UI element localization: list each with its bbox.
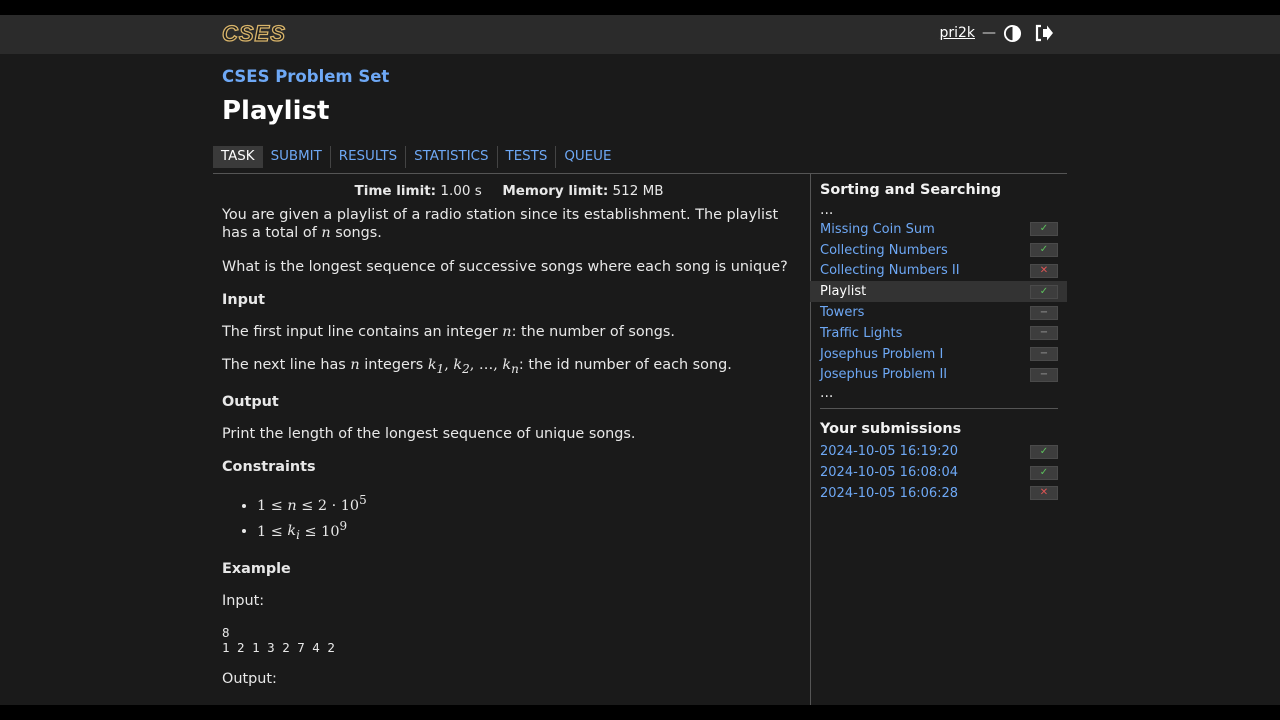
input-description-1: The first input line contains an integer…: [222, 323, 675, 340]
submissions-list: 2024-10-05 16:19:20 ✓ 2024-10-05 16:08:04 ✓…: [820, 441, 1058, 503]
task-item: Playlist ✓: [810, 281, 1067, 303]
task-list: Missing Coin Sum ✓ Collecting Numbers ✓ Coll…: [810, 219, 1067, 386]
page-title: Playlist: [222, 96, 330, 126]
ellipsis: ...: [820, 385, 834, 402]
half-circle-icon[interactable]: [1002, 23, 1022, 43]
tab-statistics[interactable]: STATISTICS: [405, 146, 496, 168]
task-item-link[interactable]: Collecting Numbers: [820, 243, 948, 258]
task-item-link[interactable]: Playlist: [820, 284, 866, 299]
output-description: Print the length of the longest sequence…: [222, 425, 636, 442]
check-icon: ✓: [1030, 284, 1058, 299]
task-item: Missing Coin Sum ✓: [820, 219, 1058, 240]
check-icon: ✓: [1030, 465, 1058, 480]
task-tabs: TASK SUBMIT RESULTS STATISTICS TESTS QUE…: [213, 146, 619, 168]
tab-task[interactable]: TASK: [213, 146, 263, 168]
submission-item-link[interactable]: 2024-10-05 16:19:20: [820, 444, 958, 459]
task-item: Towers −: [820, 302, 1058, 323]
task-statement: Time limit: 1.00 s Memory limit: 512 MB …: [222, 182, 792, 705]
top-bar: CSES pri2k —: [0, 15, 1280, 54]
submission-item: 2024-10-05 16:08:04 ✓: [820, 462, 1058, 483]
statement-paragraph: You are given a playlist of a radio stat…: [222, 206, 779, 242]
task-item-link[interactable]: Missing Coin Sum: [820, 222, 935, 237]
example-output-label: Output:: [222, 671, 277, 688]
sidebar-divider: [810, 174, 811, 705]
example-heading: Example: [222, 561, 291, 578]
task-item-link[interactable]: Josephus Problem I: [820, 347, 943, 362]
input-description-2: The next line has n integers k1, k2, …, …: [222, 357, 732, 376]
separator: —: [982, 25, 996, 41]
task-item-link[interactable]: Traffic Lights: [820, 326, 902, 341]
tab-queue[interactable]: QUEUE: [555, 146, 619, 168]
memory-limit-value: 512 MB: [612, 183, 664, 199]
cses-logo[interactable]: CSES: [221, 20, 286, 47]
dash-icon: −: [1030, 326, 1058, 341]
task-item-link[interactable]: Collecting Numbers II: [820, 263, 960, 278]
username-link[interactable]: pri2k: [939, 25, 975, 41]
check-icon: ✓: [1030, 444, 1058, 459]
ellipsis: ...: [820, 202, 834, 218]
constraint-item: 1 ≤ n ≤ 2 · 105: [257, 490, 792, 516]
tab-results[interactable]: RESULTS: [329, 146, 405, 168]
screen: CSES pri2k — CSES Problem Set Playlist T…: [0, 15, 1280, 705]
dash-icon: −: [1030, 347, 1058, 362]
example-input-label: Input:: [222, 592, 265, 609]
logout-icon[interactable]: [1034, 23, 1054, 43]
check-icon: ✓: [1030, 222, 1058, 237]
tab-submit[interactable]: SUBMIT: [263, 146, 330, 168]
section-title: Sorting and Searching: [820, 182, 1002, 198]
statement-question: What is the longest sequence of successi…: [222, 258, 788, 275]
tab-tests[interactable]: TESTS: [496, 146, 556, 168]
task-item-link[interactable]: Josephus Problem II: [820, 367, 947, 382]
example-output: 5: [222, 704, 792, 705]
constraints-list: 1 ≤ n ≤ 2 · 105 1 ≤ ki ≤ 109: [222, 490, 792, 545]
time-limit-value: 1.00 s: [440, 183, 482, 199]
example-input: 8 1 2 1 3 2 7 4 2: [222, 625, 335, 656]
task-item: Collecting Numbers II ✕: [820, 261, 1058, 282]
constraint-item: 1 ≤ ki ≤ 109: [257, 516, 792, 546]
check-icon: ✓: [1030, 243, 1058, 258]
input-heading: Input: [222, 292, 266, 308]
constraints-heading: Constraints: [222, 459, 316, 476]
task-item: Josephus Problem II −: [820, 365, 1058, 386]
task-item-link[interactable]: Towers: [820, 305, 864, 320]
task-item: Traffic Lights −: [820, 323, 1058, 344]
dash-icon: −: [1030, 367, 1058, 382]
user-nav: pri2k —: [939, 23, 1054, 43]
submission-item-link[interactable]: 2024-10-05 16:06:28: [820, 486, 958, 501]
submission-item: 2024-10-05 16:06:28 ✕: [820, 483, 1058, 504]
tabs-divider: [213, 173, 1067, 174]
dash-icon: −: [1030, 305, 1058, 320]
output-heading: Output: [222, 394, 279, 411]
sidebar: Sorting and Searching ... Missing Coin S…: [810, 182, 1067, 504]
cross-icon: ✕: [1030, 263, 1058, 278]
cross-icon: ✕: [1030, 486, 1058, 501]
task-item: Josephus Problem I −: [820, 344, 1058, 365]
time-limit-label: Time limit:: [354, 183, 437, 199]
submission-item: 2024-10-05 16:19:20 ✓: [820, 441, 1058, 462]
memory-limit-label: Memory limit:: [502, 183, 609, 199]
task-item: Collecting Numbers ✓: [820, 240, 1058, 261]
breadcrumb[interactable]: CSES Problem Set: [222, 67, 389, 86]
submissions-title: Your submissions: [820, 421, 962, 438]
limits: Time limit: 1.00 s Memory limit: 512 MB: [222, 182, 792, 201]
submission-item-link[interactable]: 2024-10-05 16:08:04: [820, 465, 958, 480]
sidebar-separator: [820, 408, 1058, 410]
